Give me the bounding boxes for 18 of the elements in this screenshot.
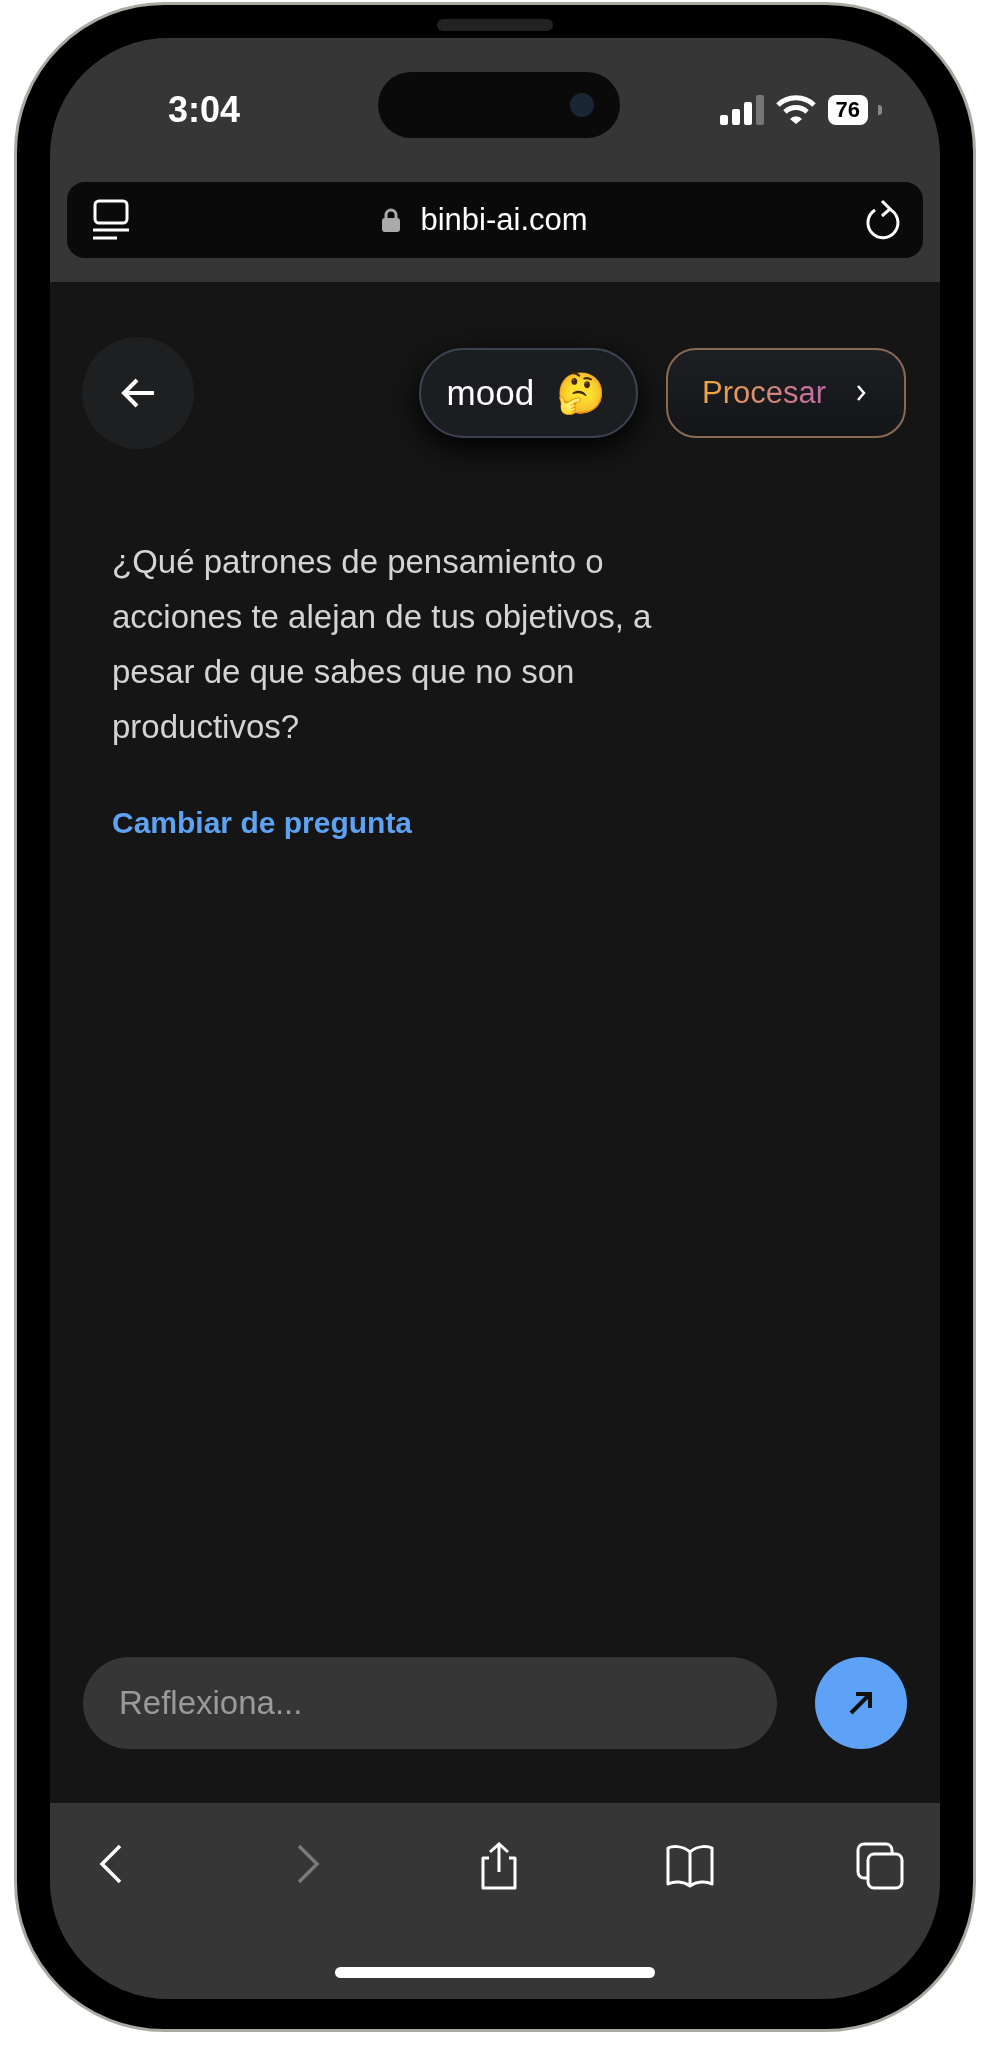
change-question-link[interactable]: Cambiar de pregunta xyxy=(112,806,413,840)
wifi-icon xyxy=(775,95,816,125)
process-button[interactable]: Procesar xyxy=(665,348,906,438)
book-icon[interactable] xyxy=(665,1842,714,1890)
signal-icon xyxy=(719,95,764,125)
mood-button[interactable]: mood 🤔 xyxy=(418,348,638,438)
question-text: ¿Qué patrones de pensamiento o acciones te alejan de tus objetivos, a pesar de que sabes que no son productivos? xyxy=(112,542,653,747)
lock-icon xyxy=(382,208,401,232)
status-time: 3:04 xyxy=(168,89,241,131)
reflection-input[interactable]: Reflexiona... xyxy=(83,1657,777,1749)
arrow-up-right-icon xyxy=(848,1690,874,1716)
sidebar-icon[interactable] xyxy=(93,199,129,241)
tabs-icon[interactable] xyxy=(856,1842,904,1890)
url-text[interactable]: binbi-ai.com xyxy=(420,202,588,238)
back-arrow-icon xyxy=(120,377,156,409)
battery-level: 76 xyxy=(827,95,868,125)
chevron-right-icon xyxy=(856,384,866,402)
reload-icon[interactable] xyxy=(865,198,901,242)
